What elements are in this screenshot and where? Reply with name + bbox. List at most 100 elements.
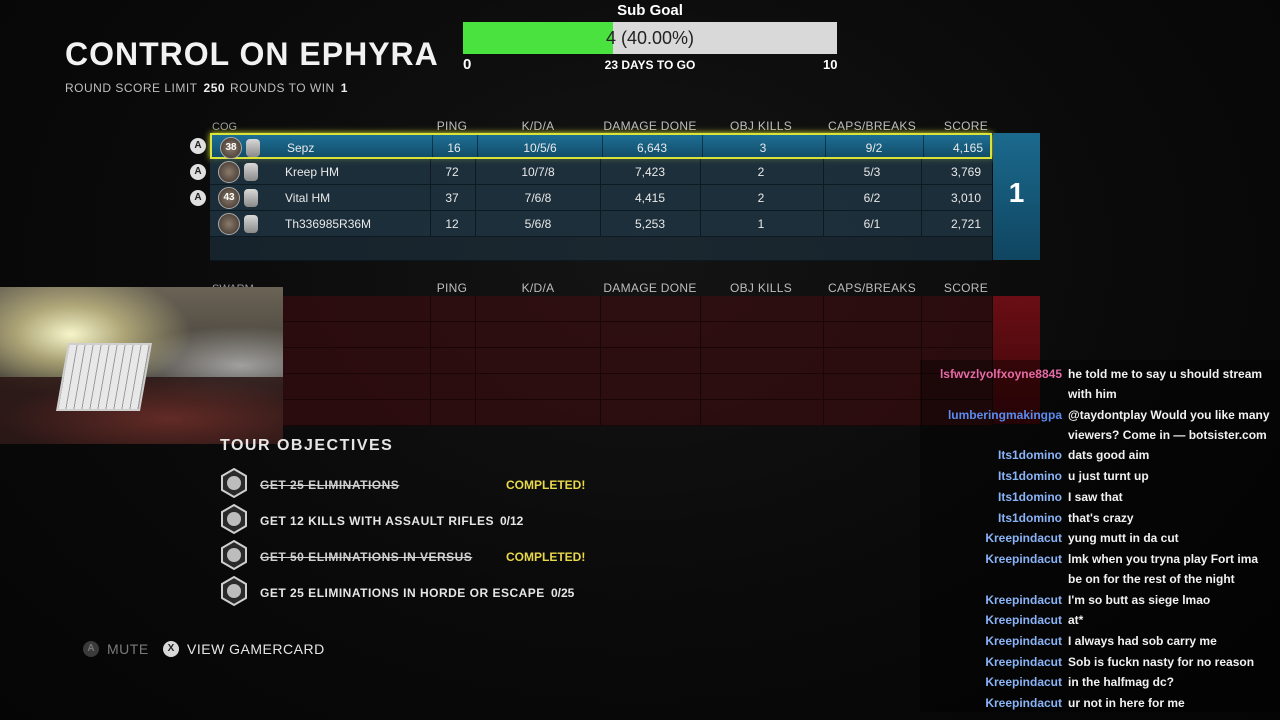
table-row bbox=[210, 322, 992, 348]
webcam-keyboard bbox=[56, 343, 152, 411]
cell-ping: 37 bbox=[445, 191, 459, 205]
chat-username[interactable]: Kreepindacut bbox=[920, 672, 1062, 692]
chat-username[interactable]: Kreepindacut bbox=[920, 549, 1062, 569]
cog-header-kda: K/D/A bbox=[521, 119, 555, 133]
mute-button-icon[interactable]: A bbox=[83, 641, 99, 657]
cell-kda: 5/6/8 bbox=[524, 217, 552, 231]
column-separator bbox=[600, 348, 601, 373]
table-row[interactable]: 38 Sepz 16 10/5/6 6,643 3 9/2 4,165 bbox=[210, 133, 992, 159]
chat-message-text: viewers? Come in — botsister.com bbox=[1068, 427, 1267, 442]
column-separator bbox=[921, 211, 922, 236]
cell-damage-done: 4,415 bbox=[634, 191, 666, 205]
player-name[interactable]: Kreep HM bbox=[285, 159, 425, 184]
objective-text: GET 25 ELIMINATIONS IN HORDE OR ESCAPE bbox=[260, 586, 545, 600]
chat-username[interactable]: Kreepindacut bbox=[920, 652, 1062, 672]
chat-message-text: I'm so butt as siege lmao bbox=[1068, 592, 1211, 607]
chat-username[interactable]: Kreepindacut bbox=[920, 528, 1062, 548]
chat-message-text: yung mutt in da cut bbox=[1068, 531, 1179, 546]
chat-username[interactable]: lsfwvzlyolfxoyne8845 bbox=[920, 364, 1062, 384]
chat-username[interactable]: Its1domino bbox=[920, 508, 1062, 528]
chat-username[interactable]: Kreepindacut bbox=[920, 590, 1062, 610]
column-separator bbox=[475, 348, 476, 373]
cell-score: 3,769 bbox=[950, 165, 982, 179]
sub-goal-days: 23 DAYS TO GO bbox=[604, 58, 696, 72]
cell-score: 2,721 bbox=[950, 217, 982, 231]
view-gamercard-label[interactable]: VIEW GAMERCARD bbox=[187, 641, 325, 657]
round-score-limit-value: 250 bbox=[203, 81, 226, 95]
player-name[interactable]: Vital HM bbox=[285, 185, 425, 210]
chat-message-text: be on for the rest of the night bbox=[1068, 571, 1235, 586]
a-button-badge-icon: A bbox=[190, 164, 206, 180]
chat-message-text: dats good aim bbox=[1068, 448, 1150, 463]
column-separator bbox=[430, 374, 431, 399]
sub-goal-progress-text: 4 (40.00%) bbox=[605, 28, 695, 48]
chat-username[interactable]: Its1domino bbox=[920, 487, 1062, 507]
rank-icon: 38 bbox=[220, 137, 242, 159]
rounds-to-win-label: ROUNDS TO WIN bbox=[230, 81, 335, 95]
column-separator bbox=[475, 400, 476, 425]
column-separator bbox=[430, 296, 431, 321]
avatar bbox=[244, 215, 258, 233]
chat-username[interactable]: Kreepindacut bbox=[920, 631, 1062, 651]
avatar bbox=[244, 189, 258, 207]
chat-message-text: @taydontplay Would you like many bbox=[1068, 407, 1270, 422]
chat-message-text: he told me to say u should stream bbox=[1068, 367, 1263, 381]
mute-label[interactable]: MUTE bbox=[107, 641, 149, 657]
view-gamercard-button-icon[interactable]: X bbox=[163, 641, 179, 657]
player-name[interactable]: Th336985R36M bbox=[285, 211, 425, 236]
objective-medal-icon bbox=[218, 575, 250, 607]
table-row bbox=[210, 296, 992, 322]
rounds-to-win-value: 1 bbox=[340, 81, 348, 95]
column-separator bbox=[430, 322, 431, 347]
objective-status: 0/12 bbox=[500, 514, 524, 528]
column-separator bbox=[600, 296, 601, 321]
column-separator bbox=[700, 348, 701, 373]
chat-message-text: Sob is fuckn nasty for no reason bbox=[1068, 654, 1255, 669]
chat-username[interactable]: Kreepindacut bbox=[920, 610, 1062, 630]
cell-ping: 12 bbox=[445, 217, 459, 231]
cell-caps-breaks: 6/1 bbox=[863, 217, 881, 231]
chat-message-text: that's crazy bbox=[1068, 510, 1134, 525]
objective-status: COMPLETED! bbox=[506, 550, 586, 564]
rounds-to-win: ROUNDS TO WIN 1 bbox=[230, 81, 348, 95]
column-separator bbox=[600, 374, 601, 399]
chat-message: Kreepindacut I'm so butt as siege lmao bbox=[920, 590, 1280, 611]
swarm-header-kda: K/D/A bbox=[521, 281, 555, 295]
a-button-badge-icon: A bbox=[190, 190, 206, 206]
cell-damage-done: 7,423 bbox=[634, 165, 666, 179]
rank-icon: 43 bbox=[218, 187, 240, 209]
page-title: CONTROL ON EPHYRA bbox=[65, 36, 439, 72]
cell-obj-kills: 3 bbox=[759, 141, 767, 155]
chat-username[interactable]: Kreepindacut bbox=[920, 693, 1062, 713]
cell-obj-kills: 2 bbox=[757, 165, 765, 179]
objective-medal-icon bbox=[218, 503, 250, 535]
column-separator bbox=[923, 135, 924, 157]
table-row[interactable]: Kreep HM 72 10/7/8 7,423 2 5/3 3,769 bbox=[210, 159, 992, 185]
cell-kda: 7/6/8 bbox=[524, 191, 552, 205]
cell-ping: 72 bbox=[445, 165, 459, 179]
column-separator bbox=[600, 400, 601, 425]
column-separator bbox=[475, 374, 476, 399]
column-separator bbox=[700, 374, 701, 399]
rank-icon bbox=[218, 161, 240, 183]
cell-caps-breaks: 9/2 bbox=[865, 141, 883, 155]
player-name[interactable]: Sepz bbox=[287, 135, 427, 157]
cell-caps-breaks: 5/3 bbox=[863, 165, 881, 179]
chat-message: Kreepindacut ur not in here for me bbox=[920, 693, 1280, 714]
column-separator bbox=[921, 159, 922, 184]
chat-username[interactable]: Its1domino bbox=[920, 466, 1062, 486]
table-row[interactable]: 43 Vital HM 37 7/6/8 4,415 2 6/2 3,010 bbox=[210, 185, 992, 211]
column-separator bbox=[921, 296, 922, 321]
column-separator bbox=[700, 322, 701, 347]
table-row[interactable]: Th336985R36M 12 5/6/8 5,253 1 6/1 2,721 bbox=[210, 211, 992, 237]
column-separator bbox=[700, 400, 701, 425]
objective-text: GET 12 KILLS WITH ASSAULT RIFLES bbox=[260, 514, 495, 528]
column-separator bbox=[921, 185, 922, 210]
chat-message-text: at* bbox=[1068, 613, 1084, 628]
chat-username[interactable]: Its1domino bbox=[920, 445, 1062, 465]
chat-message: Its1domino that's crazy bbox=[920, 508, 1280, 529]
chat-message: Its1domino u just turnt up bbox=[920, 466, 1280, 487]
column-separator bbox=[475, 322, 476, 347]
objective-medal-icon bbox=[218, 539, 250, 571]
chat-username[interactable]: lumberingmakingpa bbox=[920, 405, 1062, 425]
